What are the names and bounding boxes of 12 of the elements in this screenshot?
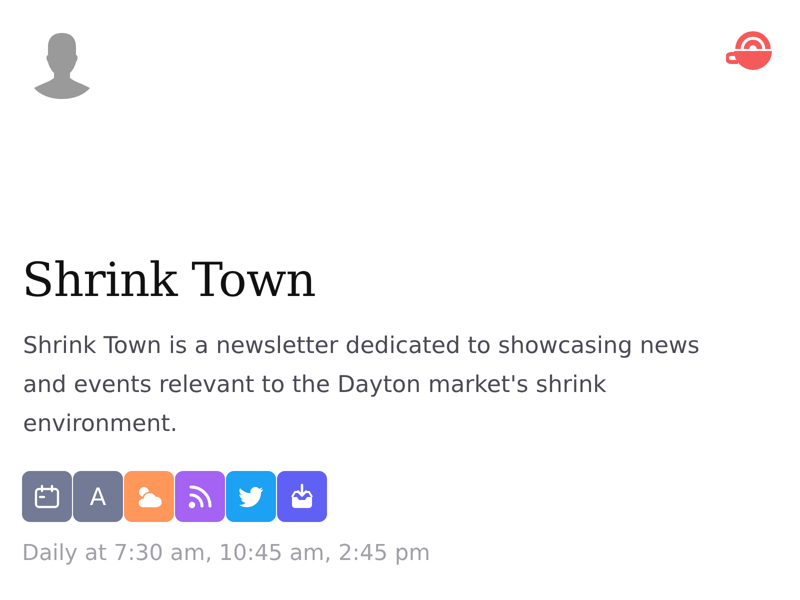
rss-icon — [186, 482, 214, 511]
cloud-tile-button[interactable] — [124, 471, 174, 522]
newsletter-description: Shrink Town is a newsletter dedicated to showcasing news and events relevant to the Dayton market's shrink environment. — [23, 332, 701, 440]
avatar-silhouette-icon — [34, 33, 90, 99]
schedule-text: Daily at 7:30 am, 10:45 am, 2:45 pm — [22, 540, 432, 568]
inbox-tile-button[interactable] — [277, 471, 327, 522]
letter-tile-button[interactable]: A — [73, 471, 123, 522]
bird-tile-button[interactable] — [226, 471, 276, 522]
calendar-tile-button[interactable] — [22, 471, 72, 522]
newsletter-title: Shrink Town — [22, 253, 317, 310]
calendar-icon — [33, 482, 61, 511]
rss-tile-button[interactable] — [175, 471, 225, 522]
